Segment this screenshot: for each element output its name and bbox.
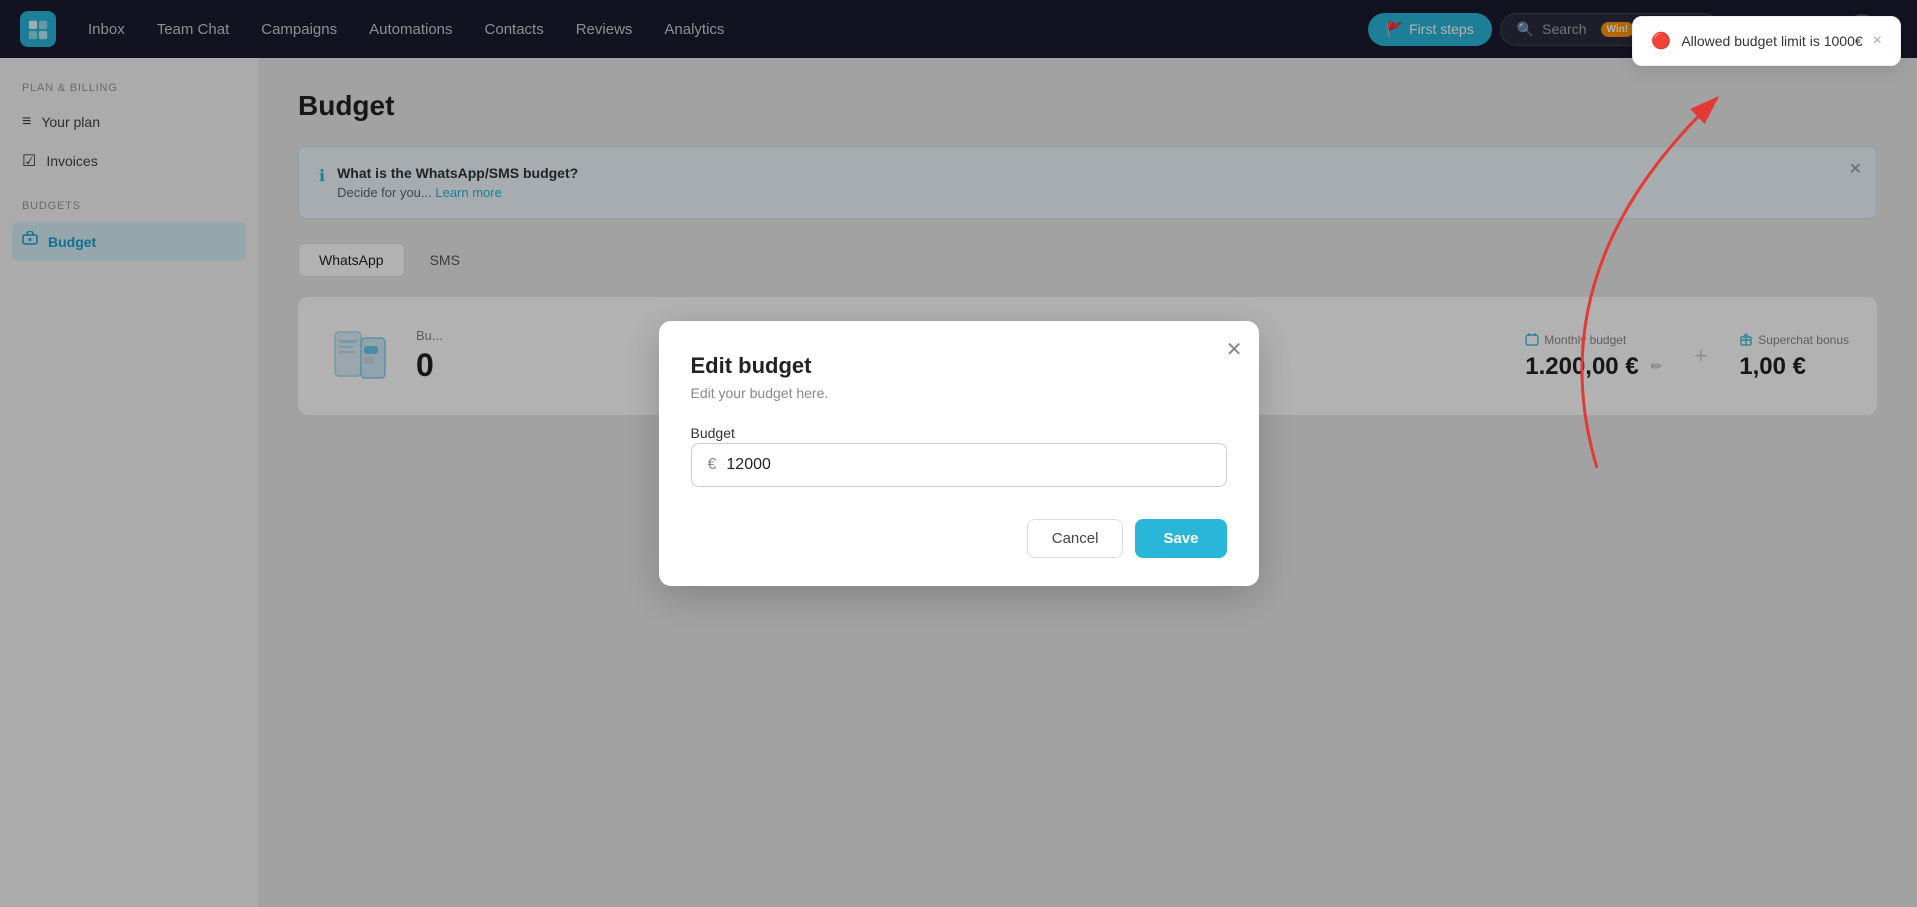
error-toast: 🔴 Allowed budget limit is 1000€ × <box>1632 16 1901 66</box>
modal-title: Edit budget <box>691 353 1227 379</box>
modal-subtitle: Edit your budget here. <box>691 385 1227 401</box>
modal-actions: Cancel Save <box>691 519 1227 558</box>
toast-close-button[interactable]: × <box>1873 32 1882 50</box>
currency-symbol: € <box>708 456 717 474</box>
save-button[interactable]: Save <box>1135 519 1226 558</box>
modal-close-button[interactable]: ✕ <box>1226 337 1243 362</box>
modal-overlay[interactable]: ✕ Edit budget Edit your budget here. Bud… <box>0 0 1917 907</box>
toast-message: Allowed budget limit is 1000€ <box>1681 33 1862 49</box>
modal-input-wrap: € <box>691 443 1227 487</box>
error-icon: 🔴 <box>1651 31 1671 51</box>
edit-budget-modal: ✕ Edit budget Edit your budget here. Bud… <box>659 321 1259 586</box>
budget-input[interactable] <box>726 456 1209 474</box>
modal-field-label: Budget <box>691 425 735 441</box>
cancel-button[interactable]: Cancel <box>1027 519 1124 558</box>
